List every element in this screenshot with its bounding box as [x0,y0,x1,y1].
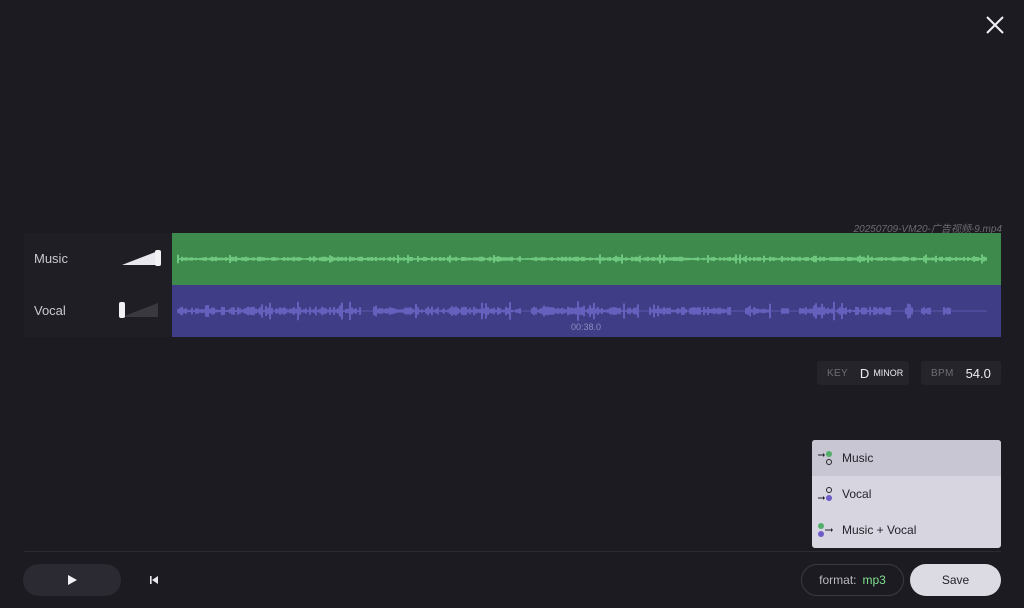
close-icon [986,16,1004,34]
waveform-music-graphic [177,254,987,264]
waveform-music[interactable] [172,233,1001,285]
skip-back-icon [150,576,158,584]
play-icon [68,575,77,585]
track-header-music: Music [24,233,172,285]
volume-handle-vocal[interactable] [119,302,125,318]
track-header-vocal: Vocal [24,285,172,337]
volume-handle-music[interactable] [155,250,161,266]
menu-item-vocal[interactable]: Vocal [812,476,1001,512]
playhead-time: 00:38.0 [571,322,602,332]
volume-slider-music[interactable] [122,251,158,265]
footer-divider [24,551,1001,552]
track-name-music: Music [34,251,68,266]
bpm-label: BPM [931,367,954,379]
volume-slider-vocal[interactable] [122,303,158,317]
play-button[interactable] [23,564,121,596]
format-label: format: [819,573,857,587]
menu-item-vocal-label: Vocal [842,487,872,501]
track-row-music: Music [24,233,1001,285]
waveform-vocal[interactable]: 00:38.0 [172,285,1001,337]
close-button[interactable] [984,14,1006,36]
format-value: mp3 [862,573,886,587]
skip-back-button[interactable] [147,573,161,587]
output-menu: Music Vocal Music + Vocal [812,440,1001,548]
music-output-icon [818,451,832,465]
vocal-output-icon [818,487,832,501]
key-note: D [859,365,870,381]
track-panel: Music Vocal 00:38.0 [24,233,1001,337]
key-mode: minor [873,368,904,378]
track-name-vocal: Vocal [34,303,66,318]
bpm-value: 54.0 [965,365,991,381]
format-selector[interactable]: format: mp3 [801,564,904,596]
waveform-path [177,301,987,321]
menu-item-music-vocal-label: Music + Vocal [842,523,917,537]
save-button[interactable]: Save [910,564,1001,596]
track-row-vocal: Vocal 00:38.0 [24,285,1001,337]
menu-item-music-vocal[interactable]: Music + Vocal [812,512,1001,548]
key-badge: KEY D minor [817,361,909,385]
bpm-badge: BPM 54.0 [921,361,1001,385]
waveform-path [177,254,987,264]
mix-output-icon [818,523,833,537]
menu-item-music[interactable]: Music [812,440,1001,476]
menu-item-music-label: Music [842,451,874,465]
key-label: KEY [827,367,848,379]
